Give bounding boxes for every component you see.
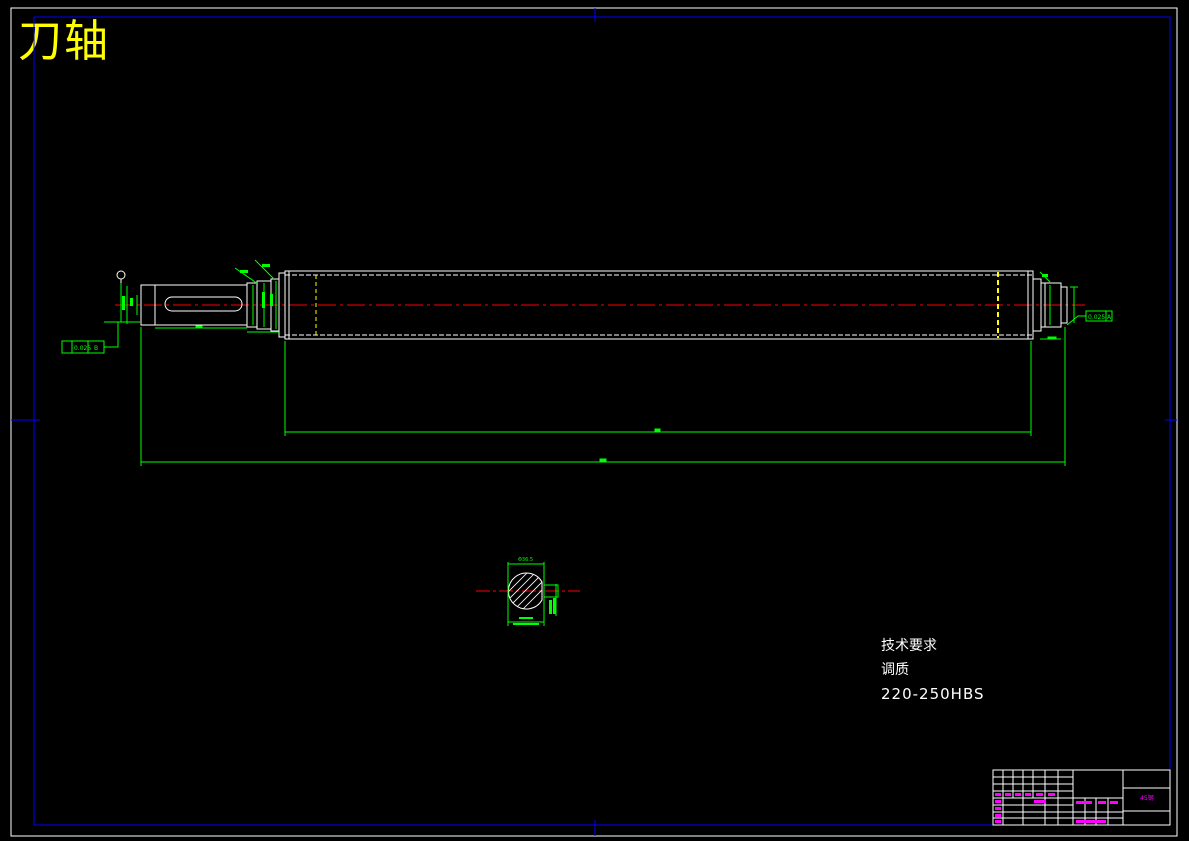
shaft-main-view — [115, 270, 1085, 340]
section-width-dim: Φ36.5 — [518, 557, 533, 563]
title-block-material: 45钢 — [1140, 794, 1154, 802]
keyway-slot — [164, 296, 243, 312]
datum-symbol-left — [116, 270, 126, 283]
engineering-drawing: 0.025 B 0.025 A Φ36.5 45钢 — [10, 7, 1178, 837]
left-tolerance-value: 0.025 — [74, 345, 91, 352]
right-datum-letter: A — [1107, 314, 1112, 321]
centering-marks — [11, 8, 1177, 836]
right-tolerance-value: 0.025 — [1088, 314, 1105, 321]
inner-frame — [33, 16, 1171, 826]
section-dimensions — [507, 562, 559, 626]
tech-req-heading: 技术要求 — [881, 638, 937, 654]
tech-req-treatment: 调质 — [881, 662, 909, 678]
outer-sheet-border — [10, 7, 1178, 837]
drawing-sheet: 刀轴 0.025 B 0.025 A Φ36.5 45钢 技术要求 调质 220… — [0, 0, 1189, 841]
left-datum-letter: B — [94, 345, 98, 352]
technical-requirements: 技术要求 调质 220-250HBS — [881, 634, 985, 706]
tech-req-hardness: 220-250HBS — [881, 685, 985, 703]
section-hatch — [508, 573, 542, 609]
dimension-lines — [120, 259, 1066, 466]
keyway-section-view: Φ36.5 — [476, 557, 580, 626]
section-dim-marks — [513, 598, 556, 625]
